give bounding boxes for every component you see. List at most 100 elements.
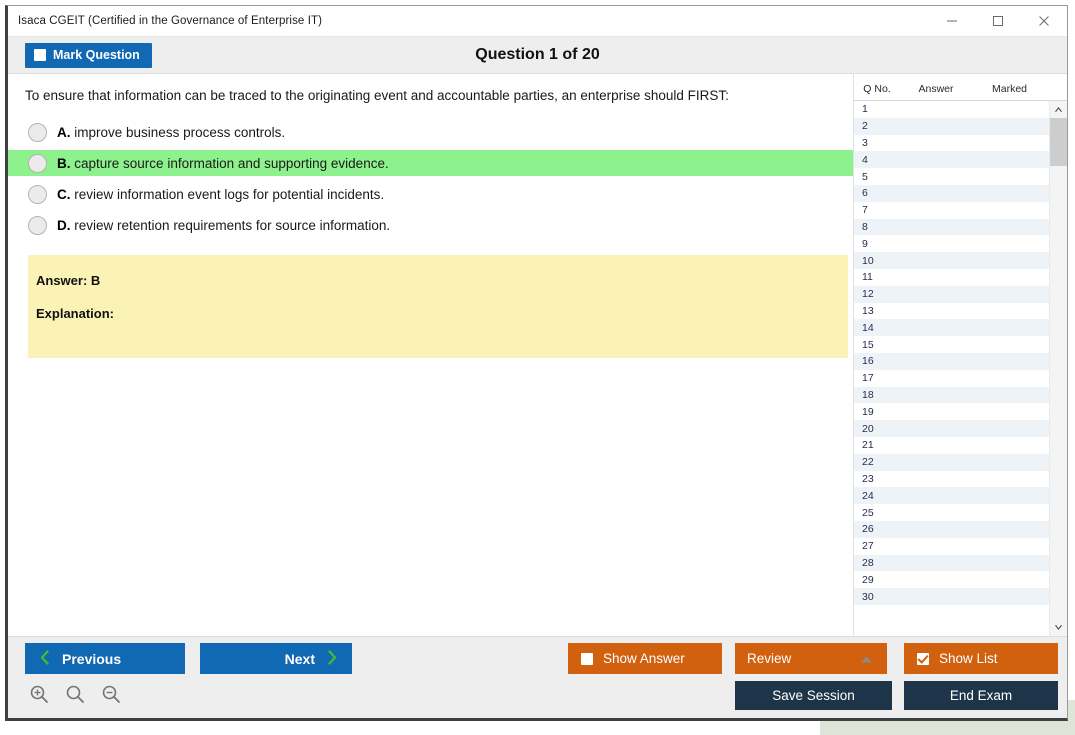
- question-list-row[interactable]: 24: [854, 487, 1049, 505]
- question-list-scroll-area: 1 2 3 4 5 6 7 8 9 10 11 12 13 14 15 16 17 18 19 20 21 22 23 24 2…: [854, 101, 1067, 636]
- answer-value: Answer: B: [36, 273, 101, 289]
- option-row-d[interactable]: D. review retention requirements for sou…: [8, 212, 853, 238]
- scrollbar-track[interactable]: [1050, 118, 1067, 619]
- end-exam-label: End Exam: [949, 688, 1013, 703]
- option-text: review retention requirements for source…: [74, 217, 391, 233]
- question-list-row[interactable]: 21: [854, 436, 1049, 454]
- radio-button[interactable]: [28, 184, 47, 204]
- row-question-number: 15: [862, 338, 874, 351]
- question-list-row[interactable]: 2: [854, 117, 1049, 135]
- zoom-in-icon[interactable]: [26, 681, 52, 707]
- option-row-b[interactable]: B. capture source information and suppor…: [8, 150, 853, 177]
- show-answer-checkbox[interactable]: [581, 652, 593, 665]
- question-list-row[interactable]: 26: [854, 520, 1049, 538]
- question-list-row[interactable]: 7: [854, 201, 1049, 219]
- radio-button[interactable]: [28, 153, 47, 173]
- show-list-button[interactable]: Show List: [904, 643, 1058, 674]
- question-list-pane: Q No. Answer Marked 1 2 3 4 5 6 7 8 9 10 11 12 13 14 1…: [853, 74, 1067, 636]
- radio-button[interactable]: [28, 215, 47, 235]
- previous-label: Previous: [62, 650, 122, 667]
- question-list-row[interactable]: 20: [854, 420, 1049, 437]
- option-row-a[interactable]: A. improve business process controls.: [8, 119, 853, 145]
- row-question-number: 19: [862, 405, 874, 418]
- title-bar: Isaca CGEIT (Certified in the Governance…: [8, 6, 1067, 37]
- question-list-row[interactable]: 8: [854, 218, 1049, 236]
- show-list-label: Show List: [939, 651, 998, 666]
- row-question-number: 9: [862, 237, 868, 250]
- column-header-marked: Marked: [991, 83, 1027, 95]
- question-list-row[interactable]: 6: [854, 184, 1049, 202]
- mark-question-checkbox[interactable]: [34, 49, 46, 61]
- previous-button[interactable]: Previous: [25, 643, 185, 674]
- question-list-row[interactable]: 30: [854, 588, 1049, 605]
- question-list-row[interactable]: 9: [854, 235, 1049, 253]
- mark-question-button[interactable]: Mark Question: [25, 42, 152, 68]
- row-question-number: 14: [862, 321, 874, 334]
- question-list-row[interactable]: 27: [854, 537, 1049, 555]
- question-list-row[interactable]: 25: [854, 504, 1049, 521]
- row-question-number: 27: [862, 540, 874, 553]
- question-list-row[interactable]: 29: [854, 571, 1049, 589]
- close-button[interactable]: [1021, 6, 1067, 36]
- question-list-row[interactable]: 23: [854, 470, 1049, 488]
- option-letter: D.: [57, 217, 71, 233]
- row-question-number: 11: [862, 271, 873, 284]
- question-list-row[interactable]: 4: [854, 151, 1049, 169]
- radio-button[interactable]: [28, 122, 47, 142]
- main-content: To ensure that information can be traced…: [8, 74, 1067, 636]
- row-question-number: 7: [862, 204, 868, 217]
- question-list-row[interactable]: 1: [854, 101, 1049, 118]
- question-list-scrollbar[interactable]: [1049, 101, 1067, 636]
- maximize-button[interactable]: [975, 6, 1021, 36]
- scroll-down-icon[interactable]: [1050, 619, 1067, 636]
- zoom-out-icon[interactable]: [98, 681, 124, 707]
- option-label: A. improve business process controls.: [57, 125, 285, 140]
- row-question-number: 6: [862, 187, 868, 200]
- question-list-row[interactable]: 13: [854, 302, 1049, 320]
- bottom-toolbar: Previous Next Show Answer Review Show Li…: [8, 636, 1067, 718]
- question-list-row[interactable]: 18: [854, 386, 1049, 404]
- review-dropdown[interactable]: Review: [735, 643, 887, 674]
- question-list-row[interactable]: 3: [854, 134, 1049, 152]
- row-question-number: 2: [862, 120, 868, 133]
- question-counter: Question 1 of 20: [475, 46, 600, 63]
- show-answer-button[interactable]: Show Answer: [568, 643, 722, 674]
- scrollbar-thumb[interactable]: [1050, 118, 1067, 166]
- chevron-right-icon: [327, 649, 338, 668]
- zoom-reset-icon[interactable]: [62, 681, 88, 707]
- row-question-number: 5: [862, 170, 868, 183]
- review-label: Review: [747, 651, 792, 666]
- question-list-row[interactable]: 16: [854, 352, 1049, 370]
- end-exam-button[interactable]: End Exam: [904, 681, 1058, 710]
- option-text: capture source information and supportin…: [74, 155, 389, 171]
- scroll-up-icon[interactable]: [1050, 101, 1067, 118]
- next-button[interactable]: Next: [200, 643, 352, 674]
- row-question-number: 24: [862, 489, 874, 502]
- question-list-header: Q No. Answer Marked: [854, 74, 1067, 101]
- question-list-row[interactable]: 11: [854, 268, 1049, 286]
- question-list-row[interactable]: 14: [854, 319, 1049, 337]
- row-question-number: 23: [862, 472, 874, 485]
- question-list-row[interactable]: 28: [854, 554, 1049, 572]
- option-row-c[interactable]: C. review information event logs for pot…: [8, 181, 853, 207]
- save-session-button[interactable]: Save Session: [735, 681, 892, 710]
- question-list-row[interactable]: 22: [854, 453, 1049, 471]
- row-question-number: 25: [862, 506, 874, 519]
- answer-explanation-panel: Answer: B Explanation:: [28, 255, 848, 359]
- question-list-row[interactable]: 17: [854, 369, 1049, 387]
- chevron-left-icon: [39, 649, 50, 668]
- option-label: D. review retention requirements for sou…: [57, 218, 390, 233]
- question-list-rows: 1 2 3 4 5 6 7 8 9 10 11 12 13 14 15 16 17 18 19 20 21 22 23 24 2…: [854, 101, 1049, 636]
- question-list-row[interactable]: 5: [854, 168, 1049, 185]
- row-question-number: 13: [862, 304, 874, 317]
- question-list-row[interactable]: 12: [854, 285, 1049, 303]
- show-list-checkbox[interactable]: [917, 652, 929, 665]
- application-window: Isaca CGEIT (Certified in the Governance…: [5, 5, 1068, 721]
- question-list-row[interactable]: 19: [854, 403, 1049, 421]
- row-question-number: 21: [862, 439, 874, 452]
- question-list-row[interactable]: 10: [854, 252, 1049, 269]
- question-list-row[interactable]: 15: [854, 336, 1049, 353]
- option-letter: B.: [57, 155, 71, 171]
- minimize-button[interactable]: [929, 6, 975, 36]
- mark-question-label: Mark Question: [53, 48, 140, 62]
